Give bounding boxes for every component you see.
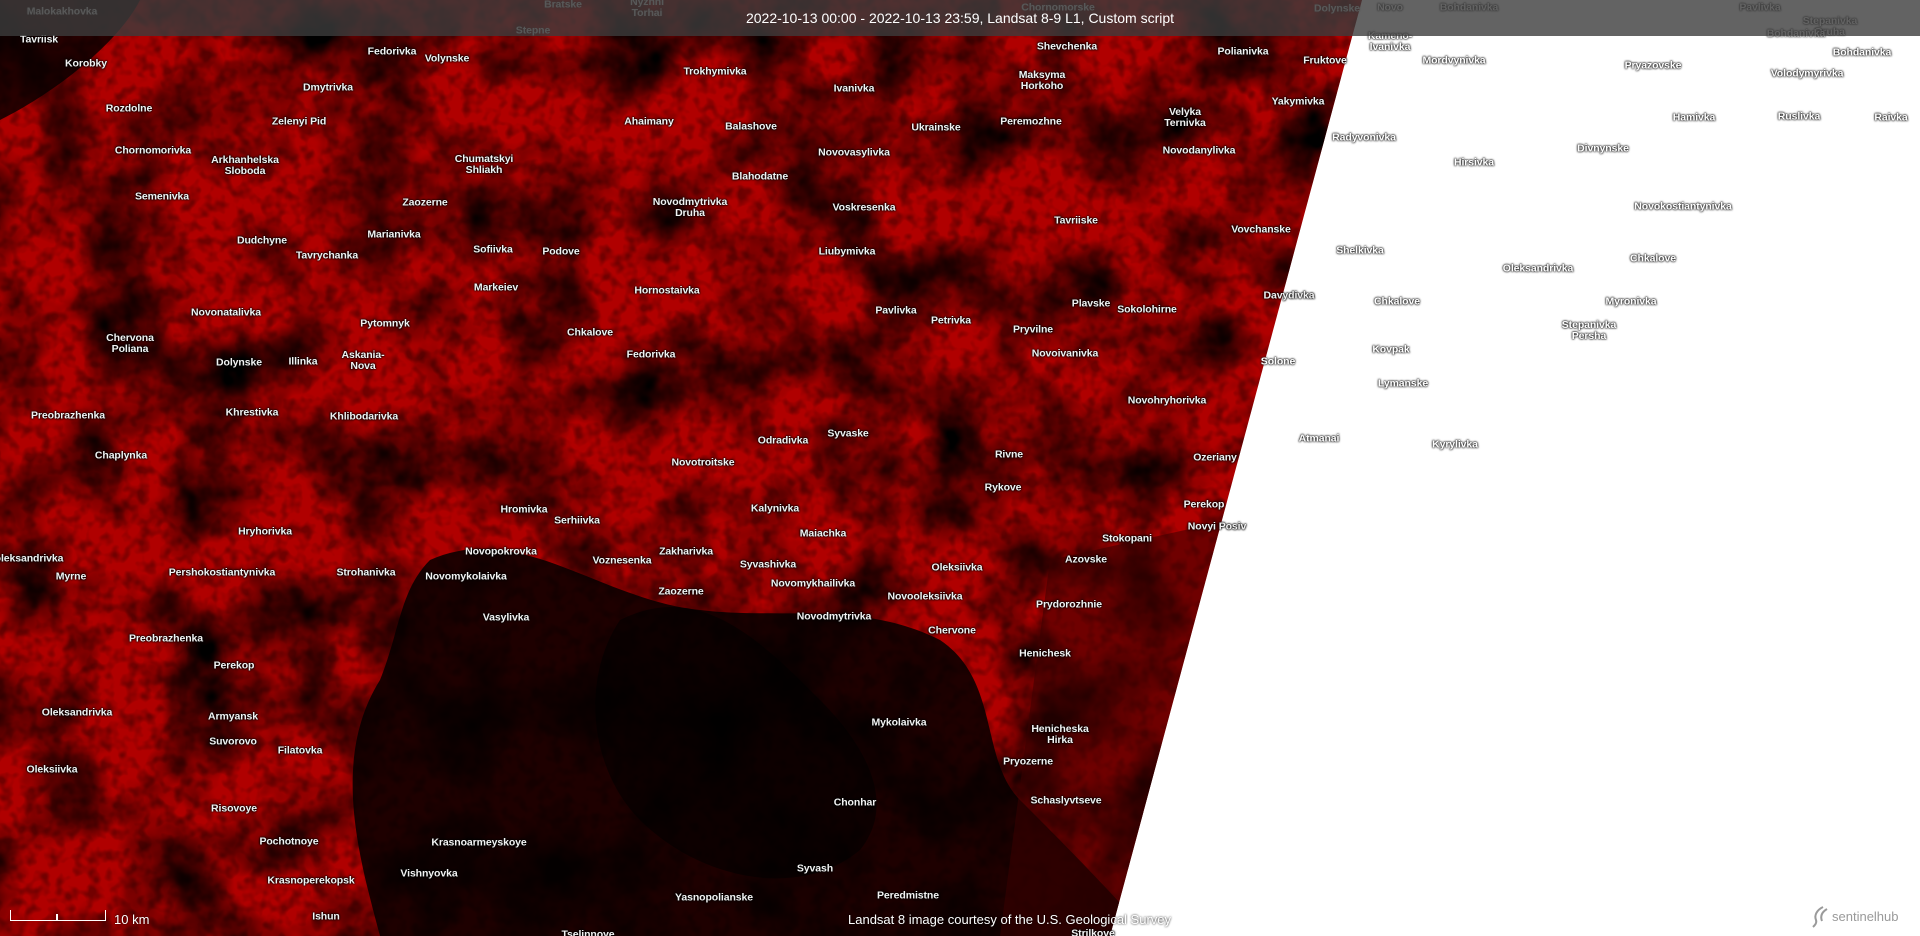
scale-bar-tick [56, 914, 58, 920]
imagery-title: 2022-10-13 00:00 - 2022-10-13 23:59, Lan… [745, 10, 1175, 26]
attribution-text: Landsat 8 image courtesy of the U.S. Geo… [848, 912, 1172, 927]
sentinelhub-logo-icon [1812, 906, 1828, 928]
logo-text: sentinelhub [1832, 909, 1899, 924]
header-bar: 2022-10-13 00:00 - 2022-10-13 23:59, Lan… [0, 0, 1920, 36]
scale-label: 10 km [114, 912, 150, 927]
sentinelhub-logo[interactable]: sentinelhub [1812, 904, 1912, 930]
scale-bar [10, 910, 106, 921]
satellite-imagery [0, 0, 1920, 936]
map-view[interactable]: MalokakhovkaBratskeNyzhni TorhaiStepneCh… [0, 0, 1920, 936]
